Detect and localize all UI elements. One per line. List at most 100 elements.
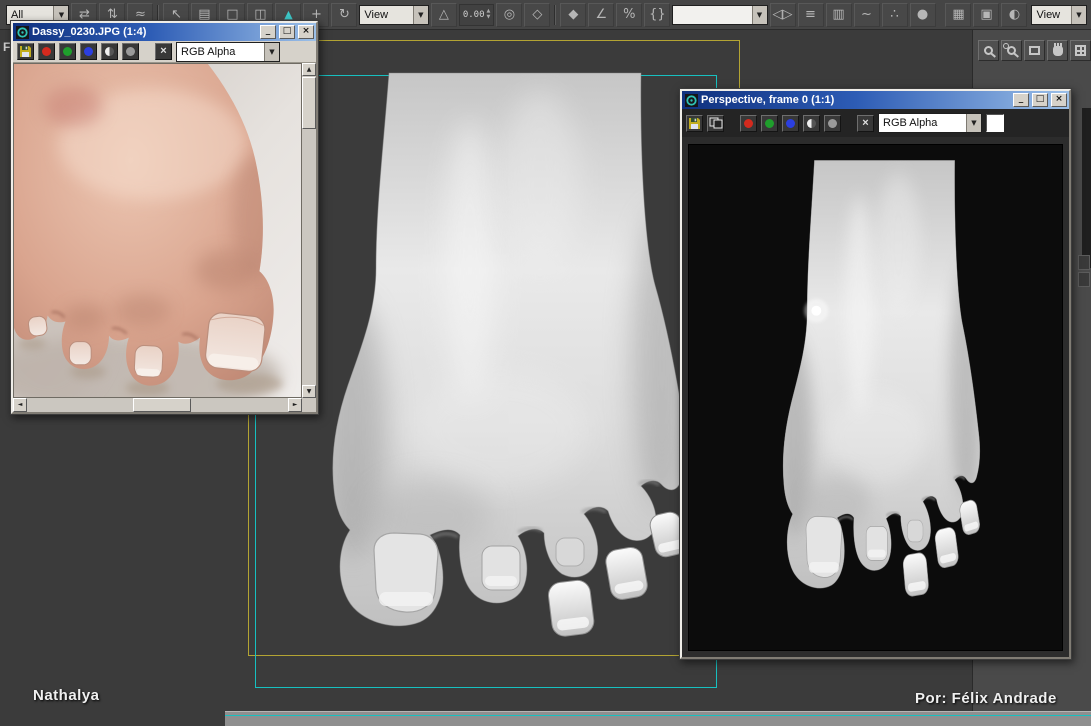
monochrome-icon [126, 47, 135, 56]
named-selection-value [673, 6, 751, 24]
use-pivot-center-button[interactable]: ◎ [496, 2, 523, 27]
channel-display-dropdown[interactable]: RGB Alpha ▼ [878, 113, 982, 133]
red-channel-button[interactable] [740, 114, 757, 132]
zoom-extents-icon [1029, 46, 1040, 55]
min-max-toggle-button[interactable] [1070, 40, 1091, 61]
monochrome-button[interactable] [824, 114, 841, 132]
dassy-toolbar: × RGB Alpha ▼ [13, 41, 316, 63]
angle-snap-button[interactable]: ∠ [588, 2, 615, 27]
red-channel-button[interactable] [38, 43, 55, 60]
dropdown-arrow-icon[interactable]: ▼ [751, 5, 767, 24]
snap-toggle-button[interactable]: ◆ [560, 2, 587, 27]
view-right-value: View [1036, 8, 1061, 21]
zoom-button[interactable] [978, 40, 999, 61]
dassy-window: Dassy_0230.JPG (1:4) _ □ × × RGB Alpha ▼ [10, 20, 319, 415]
perspective-window: Perspective, frame 0 (1:1) _ □ × × RGB A… [679, 88, 1072, 660]
horizontal-scroll-thumb[interactable] [133, 398, 191, 412]
minimize-button[interactable]: _ [1013, 93, 1029, 107]
zoom-extents-button[interactable] [1024, 40, 1045, 61]
percent-snap-button[interactable]: % [616, 2, 643, 27]
scroll-right-icon: ► [292, 401, 298, 408]
select-and-scale-button[interactable]: △ [430, 2, 457, 27]
rendered-frame-button[interactable]: ▣ [973, 2, 1000, 27]
curve-editor-button[interactable]: ~ [853, 2, 880, 27]
spinner-down-icon[interactable]: ▼ [487, 15, 491, 20]
credit-left: Nathalya [33, 687, 100, 704]
select-and-rotate-button[interactable]: ↻ [331, 2, 358, 27]
horizontal-scrollbar[interactable]: ◄ ► [13, 398, 302, 412]
quick-render-icon: ◐ [1008, 7, 1021, 22]
alpha-channel-button[interactable] [101, 43, 118, 60]
select-and-manipulate-button[interactable]: ◇ [524, 2, 551, 27]
close-button[interactable]: × [298, 25, 314, 39]
maximize-button[interactable]: □ [1032, 93, 1048, 107]
clone-rendered-frame-button[interactable] [707, 114, 724, 132]
transform-offset-spinner[interactable]: 0.00 ▲ ▼ [458, 3, 495, 26]
render-setup-button[interactable]: ▦ [945, 2, 972, 27]
panel-flyout-button[interactable] [1078, 255, 1090, 270]
up-arrow-icon: ▲ [284, 8, 293, 21]
scroll-down-button[interactable]: ▼ [302, 385, 316, 398]
schematic-view-button[interactable]: ∴ [881, 2, 908, 27]
perspective-toolbar: × RGB Alpha ▼ [682, 109, 1069, 137]
clear-button[interactable]: × [857, 114, 874, 132]
green-channel-button[interactable] [761, 114, 778, 132]
dropdown-arrow-icon[interactable]: ▼ [1071, 5, 1086, 24]
clear-icon: × [862, 116, 869, 129]
pan-icon [1052, 42, 1063, 56]
save-icon [689, 117, 700, 129]
red-channel-icon [42, 47, 51, 56]
panel-flyout-button-2[interactable] [1078, 272, 1090, 287]
zoom-icon [984, 46, 993, 55]
dropdown-arrow-icon[interactable]: ▼ [264, 42, 279, 61]
perspective-titlebar[interactable]: Perspective, frame 0 (1:1) _ □ × [682, 91, 1069, 109]
percent-snap-icon: % [623, 7, 636, 22]
scroll-right-button[interactable]: ► [288, 398, 302, 412]
save-bitmap-button[interactable] [686, 114, 703, 132]
layer-manager-button[interactable]: ▥ [825, 2, 852, 27]
alpha-channel-button[interactable] [803, 114, 820, 132]
dassy-titlebar[interactable]: Dassy_0230.JPG (1:4) _ □ × [13, 23, 316, 41]
align-icon: ≡ [805, 7, 816, 22]
pan-button[interactable] [1047, 40, 1068, 61]
clear-button[interactable]: × [155, 43, 172, 60]
reference-coordsys-value: View [364, 8, 389, 21]
perspective-render[interactable] [688, 144, 1063, 651]
vertical-scroll-thumb[interactable] [302, 77, 316, 129]
foot-model[interactable] [318, 73, 692, 639]
view-dropdown-right[interactable]: View ▼ [1031, 4, 1087, 25]
scroll-left-button[interactable]: ◄ [13, 398, 27, 412]
align-button[interactable]: ≡ [797, 2, 824, 27]
scroll-up-button[interactable]: ▲ [302, 63, 316, 76]
mirror-button[interactable]: ◁▷ [769, 2, 796, 27]
channel-display-dropdown[interactable]: RGB Alpha ▼ [176, 41, 280, 62]
dropdown-arrow-icon[interactable]: ▼ [412, 5, 428, 24]
curve-editor-icon: ~ [861, 7, 872, 22]
dassy-image[interactable] [13, 63, 302, 398]
maximize-button[interactable]: □ [279, 25, 295, 39]
save-bitmap-button[interactable] [17, 43, 34, 60]
dassy-image-frame: ▲ ▼ ◄ ► [13, 63, 316, 412]
offset-value: 0.00 [462, 9, 485, 20]
blue-channel-icon [84, 47, 93, 56]
named-selection-dropdown[interactable]: ▼ [672, 4, 768, 25]
blue-channel-button[interactable] [782, 114, 799, 132]
monochrome-button[interactable] [122, 43, 139, 60]
reference-coordsys-dropdown[interactable]: View ▼ [359, 4, 429, 25]
blue-channel-button[interactable] [80, 43, 97, 60]
keyboard-override-button[interactable]: {} [644, 2, 671, 27]
background-color-swatch[interactable] [986, 114, 1004, 132]
zoom-all-button[interactable] [1001, 40, 1022, 61]
status-strip [225, 711, 1091, 726]
minimize-button[interactable]: _ [260, 25, 276, 39]
red-channel-icon [744, 118, 753, 128]
quick-render-button[interactable]: ◐ [1001, 2, 1028, 27]
close-button[interactable]: × [1051, 93, 1067, 107]
material-editor-button[interactable]: ● [909, 2, 936, 27]
dropdown-arrow-icon[interactable]: ▼ [966, 114, 981, 132]
scroll-up-icon: ▲ [306, 66, 312, 73]
spinner-arrows[interactable]: ▲ ▼ [487, 9, 491, 20]
vertical-scrollbar[interactable]: ▲ ▼ [302, 63, 316, 398]
green-channel-button[interactable] [59, 43, 76, 60]
select-and-manipulate-icon: ◇ [532, 7, 543, 22]
